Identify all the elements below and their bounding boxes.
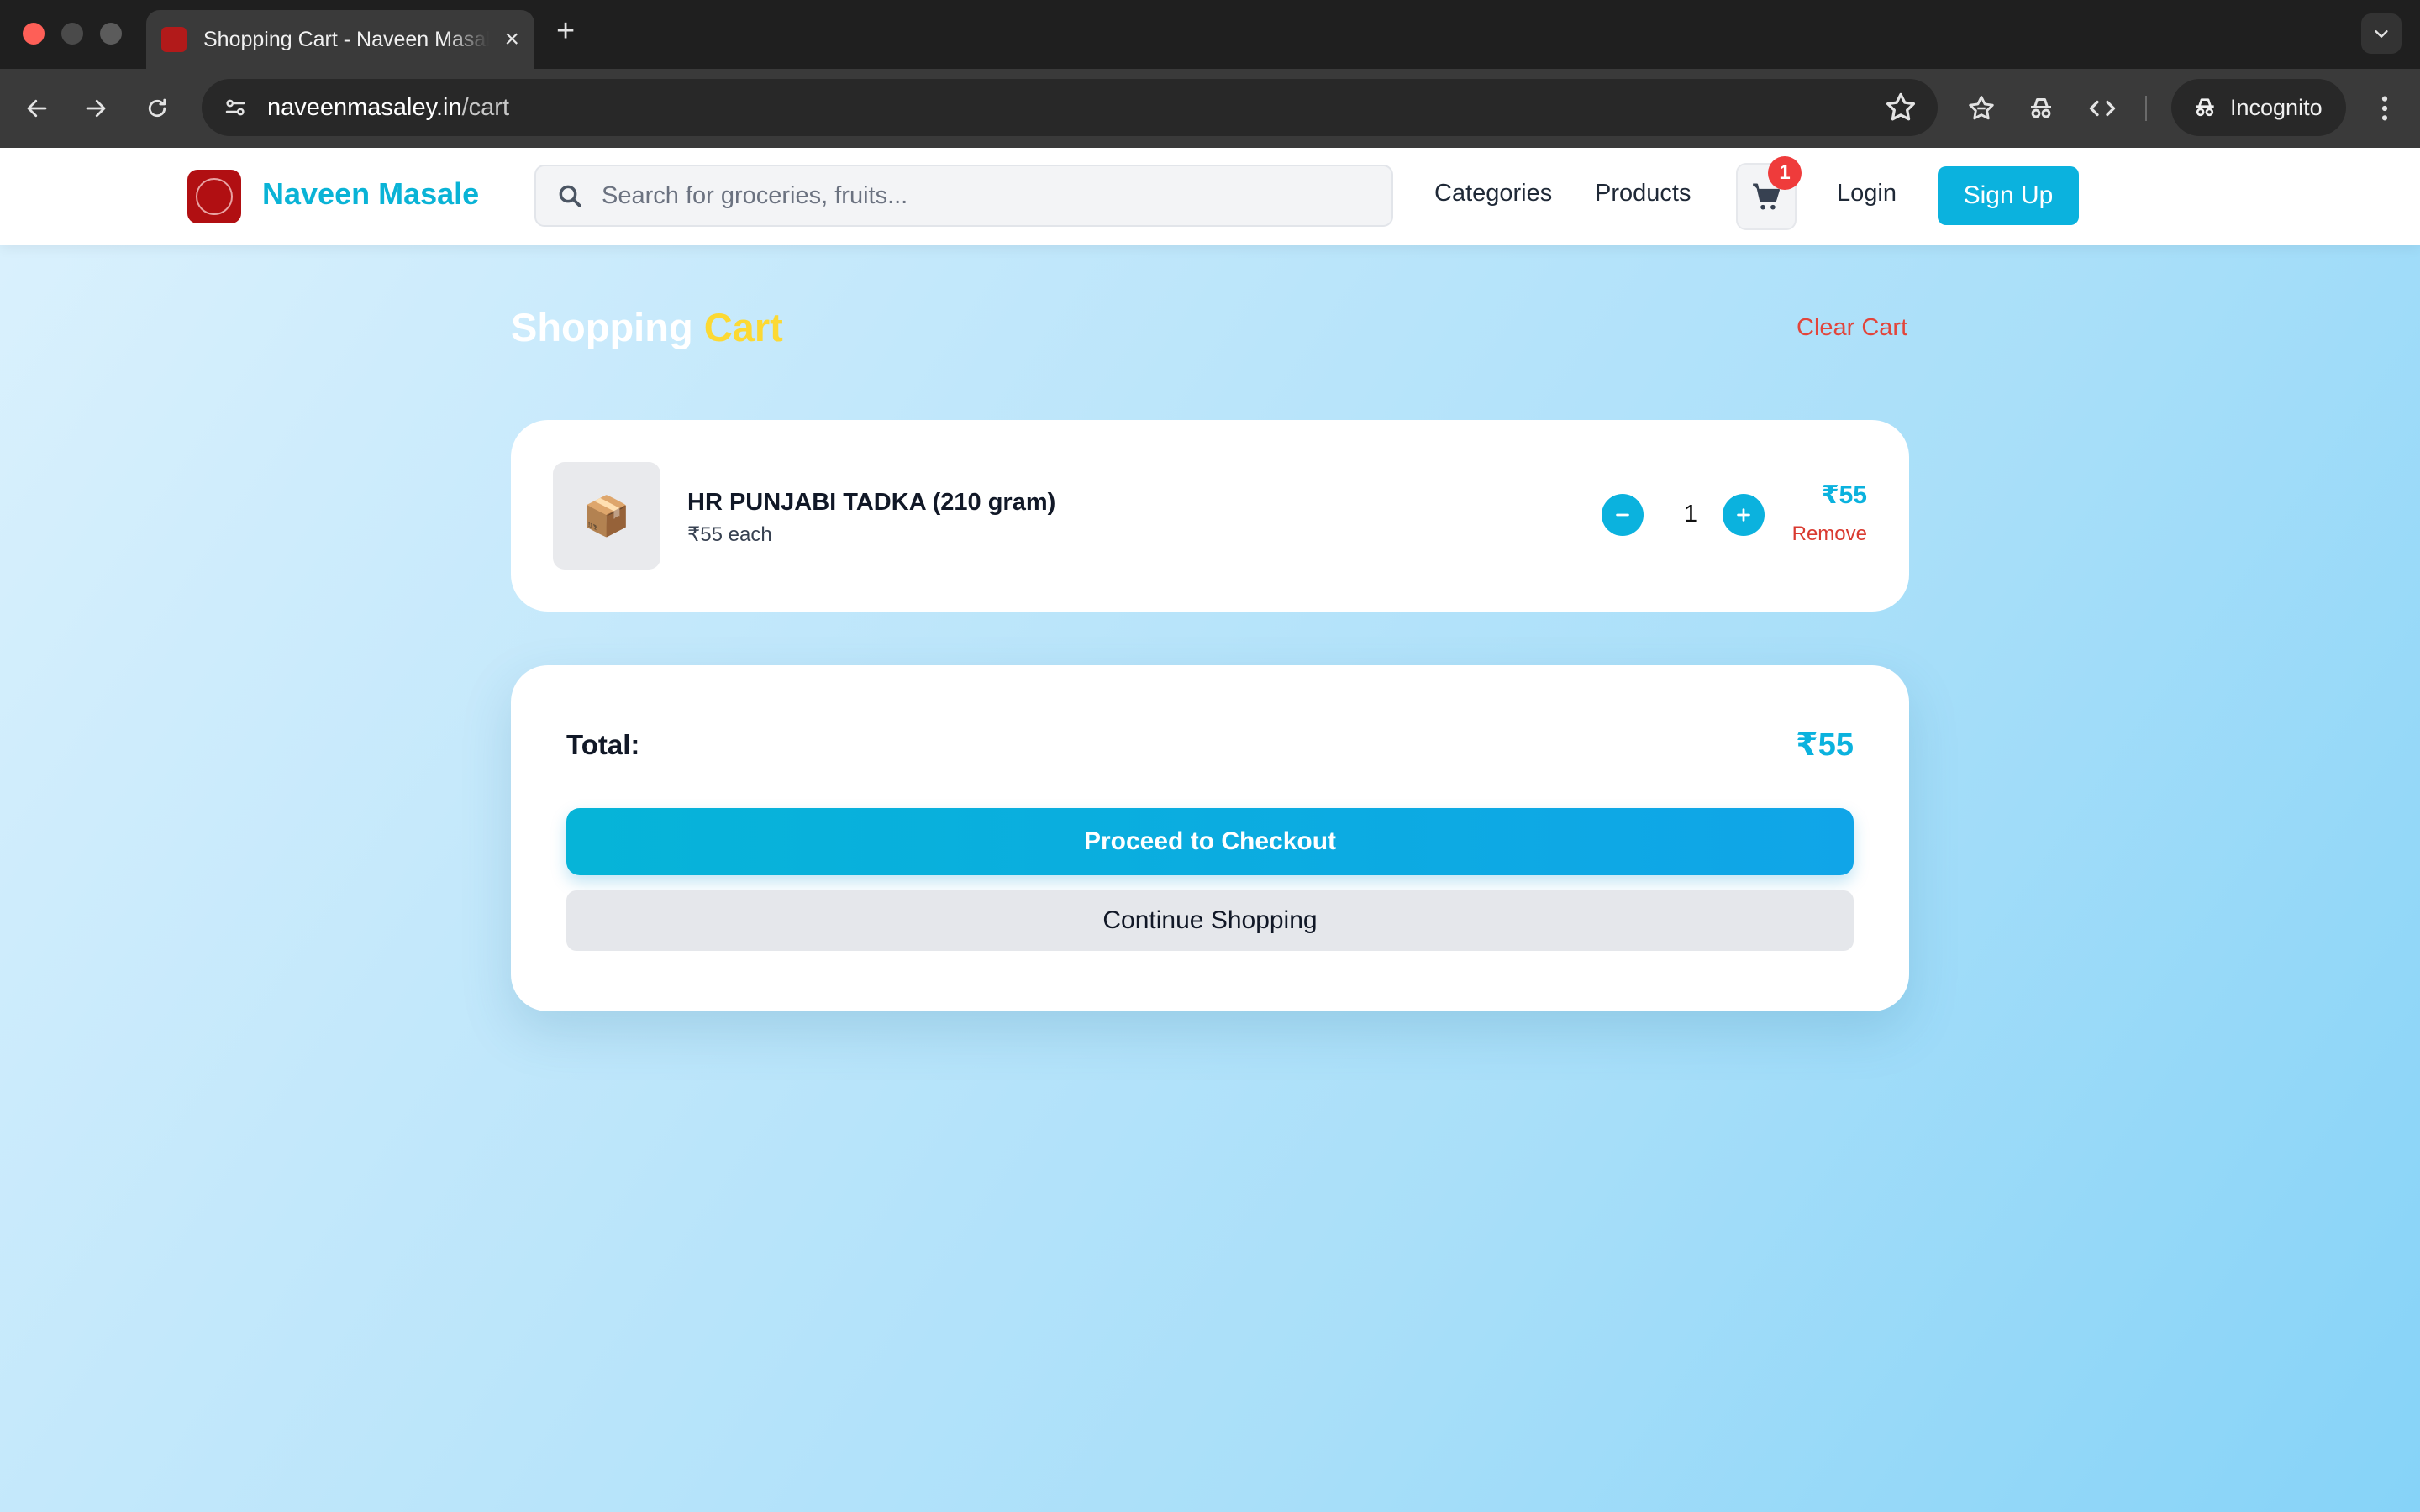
incognito-icon: [2196, 98, 2214, 117]
chevron-down-icon: [2375, 30, 2388, 38]
forward-button[interactable]: [76, 89, 115, 128]
browser-tab-active[interactable]: Shopping Cart - Naveen Masale ×: [146, 10, 534, 69]
back-button[interactable]: [18, 89, 56, 128]
incognito-indicator[interactable]: Incognito: [2171, 79, 2346, 136]
product-name: HR PUNJABI TADKA (210 gram): [687, 489, 1056, 516]
new-tab-button[interactable]: +: [556, 15, 575, 47]
page-title-part2: Cart: [703, 305, 783, 349]
minimize-window-button[interactable]: [61, 23, 83, 45]
clear-cart-button[interactable]: Clear Cart: [1797, 314, 1907, 342]
plus-icon: [1737, 508, 1750, 522]
nav-link-products[interactable]: Products: [1595, 180, 1691, 207]
brand-name[interactable]: Naveen Masale: [262, 176, 479, 212]
url-path: /cart: [461, 93, 510, 121]
site-logo[interactable]: [187, 170, 241, 223]
url-host: naveenmasaley.in: [267, 93, 462, 121]
total-label: Total:: [566, 729, 640, 760]
close-window-button[interactable]: [23, 23, 45, 45]
site-header: Naveen Masale Categories Products 1 Logi…: [0, 148, 2420, 245]
product-thumbnail: 📦: [553, 462, 660, 570]
address-bar[interactable]: naveenmasaley.in/cart: [202, 79, 1938, 136]
line-total: ₹55: [1821, 481, 1867, 509]
login-link[interactable]: Login: [1837, 180, 1897, 207]
code-icon[interactable]: [2083, 89, 2122, 128]
reload-icon: [148, 98, 166, 118]
minus-icon: [1616, 513, 1629, 517]
page-title-part1: Shopping: [511, 305, 693, 349]
tab-close-icon[interactable]: ×: [504, 27, 519, 52]
reload-button[interactable]: [138, 89, 176, 128]
kebab-menu-icon: [2381, 96, 2388, 121]
order-summary-card: Total: ₹55 Proceed to Checkout Continue …: [511, 665, 1909, 1011]
maximize-window-button[interactable]: [100, 23, 122, 45]
quantity-value: 1: [1683, 501, 1698, 528]
browser-toolbar: naveenmasaley.in/cart Incognito: [0, 69, 2420, 148]
proceed-to-checkout-button[interactable]: Proceed to Checkout: [566, 808, 1854, 875]
cart-item-card: 📦 HR PUNJABI TADKA (210 gram) ₹55 each 1…: [511, 420, 1909, 612]
decrease-quantity-button[interactable]: [1602, 494, 1644, 536]
url-text: naveenmasaley.in/cart: [267, 94, 509, 122]
search-input[interactable]: [600, 181, 1356, 211]
package-icon: 📦: [582, 492, 631, 538]
page-viewport: Naveen Masale Categories Products 1 Logi…: [0, 148, 2420, 1512]
incognito-extension-icon[interactable]: [2022, 89, 2060, 128]
tab-title: Shopping Cart - Naveen Masale: [203, 27, 489, 51]
bookmarks-icon[interactable]: [1962, 89, 2001, 128]
total-value: ₹55: [1796, 727, 1854, 763]
product-unit-price: ₹55 each: [687, 523, 772, 546]
remove-item-button[interactable]: Remove: [1792, 522, 1867, 546]
increase-quantity-button[interactable]: [1723, 494, 1765, 536]
search-bar: [534, 165, 1393, 227]
bookmark-star-icon[interactable]: [1882, 89, 1919, 130]
arrow-right-icon: [86, 99, 106, 118]
logo-emblem-icon: [196, 178, 233, 215]
search-icon: [555, 181, 585, 211]
site-favicon-icon: [161, 27, 187, 52]
tab-search-button[interactable]: [2361, 13, 2402, 54]
page-title: Shopping Cart: [511, 304, 783, 350]
site-settings-icon[interactable]: [217, 89, 254, 126]
arrow-left-icon: [27, 99, 47, 118]
tab-strip: Shopping Cart - Naveen Masale × +: [0, 0, 2420, 69]
browser-menu-button[interactable]: [2368, 89, 2402, 128]
toolbar-divider: [2145, 96, 2147, 121]
browser-chrome: Shopping Cart - Naveen Masale × + naveen…: [0, 0, 2420, 148]
cart-count-badge: 1: [1768, 156, 1802, 190]
incognito-label: Incognito: [2230, 94, 2323, 120]
signup-button[interactable]: Sign Up: [1938, 166, 2079, 225]
continue-shopping-button[interactable]: Continue Shopping: [566, 890, 1854, 951]
nav-link-categories[interactable]: Categories: [1434, 180, 1552, 207]
